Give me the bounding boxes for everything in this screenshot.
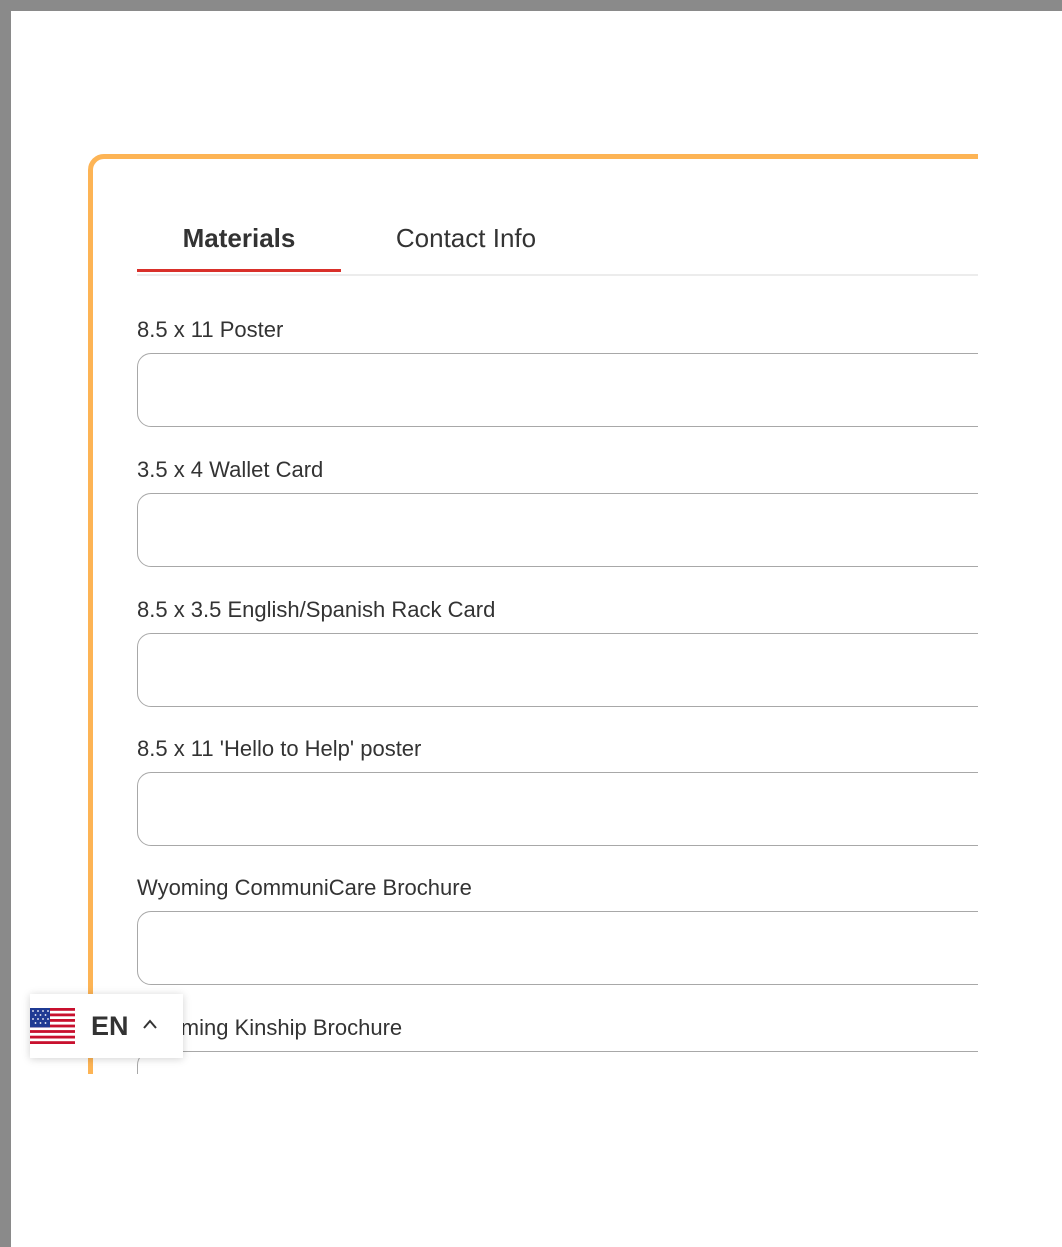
field-label-poster: 8.5 x 11 Poster xyxy=(137,317,284,342)
tab-bar: Materials Contact Info xyxy=(137,212,978,276)
poster-quantity-input[interactable] xyxy=(137,353,978,427)
tab-materials[interactable]: Materials xyxy=(137,220,341,274)
us-flag-icon xyxy=(30,1008,75,1044)
rack-card-quantity-input[interactable] xyxy=(137,633,978,707)
language-code: EN xyxy=(91,1011,129,1041)
kinship-quantity-input[interactable] xyxy=(137,1051,978,1074)
field-label-rack-card: 8.5 x 3.5 English/Spanish Rack Card xyxy=(137,597,496,622)
communicare-quantity-input[interactable] xyxy=(137,911,978,985)
chevron-up-icon xyxy=(143,1019,157,1029)
form-frame: Materials Contact Info 8.5 x 11 Poster 3… xyxy=(30,12,978,1074)
field-label-wallet-card: 3.5 x 4 Wallet Card xyxy=(137,457,324,482)
wallet-card-quantity-input[interactable] xyxy=(137,493,978,567)
page: Materials Contact Info 8.5 x 11 Poster 3… xyxy=(11,11,1062,1247)
field-label-hello-to-help: 8.5 x 11 'Hello to Help' poster xyxy=(137,736,422,761)
tab-contact-info[interactable]: Contact Info xyxy=(381,220,551,274)
tab-materials-label: Materials xyxy=(182,223,296,253)
tab-contact-info-label: Contact Info xyxy=(395,223,537,253)
language-switcher[interactable]: EN xyxy=(30,994,183,1058)
field-label-communicare: Wyoming CommuniCare Brochure xyxy=(137,875,472,900)
hello-to-help-quantity-input[interactable] xyxy=(137,772,978,846)
active-tab-indicator xyxy=(137,269,341,272)
